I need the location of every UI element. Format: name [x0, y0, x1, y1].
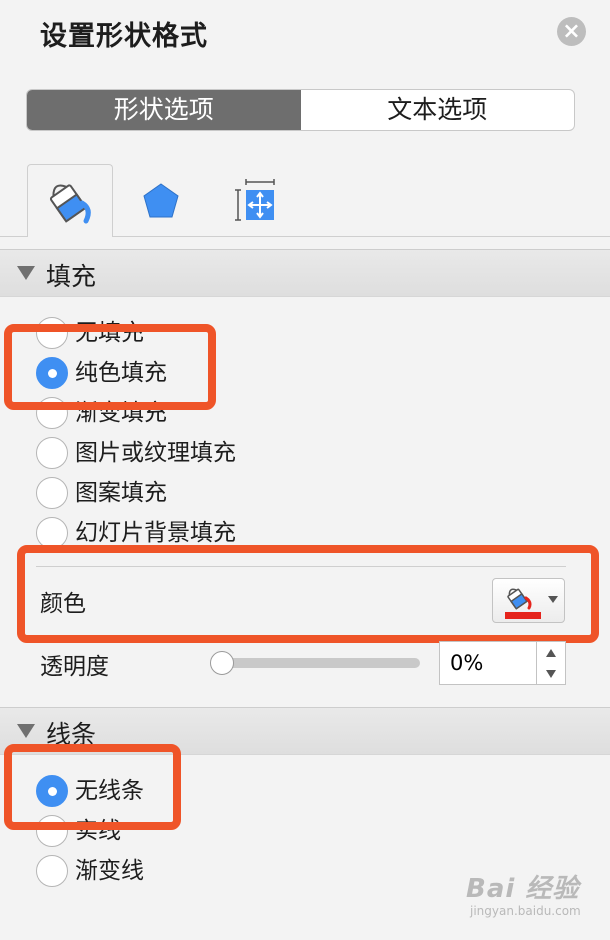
size-properties-icon	[235, 178, 275, 221]
pane-title: 设置形状格式	[40, 21, 208, 52]
tab-shape-options[interactable]: 形状选项	[27, 90, 301, 130]
disclosure-triangle-icon	[17, 266, 35, 280]
stepper-up-icon[interactable]	[546, 649, 556, 657]
watermark-logo-text: Bai 经验	[466, 874, 580, 904]
disclosure-triangle-icon	[17, 724, 35, 738]
transparency-slider[interactable]	[216, 658, 420, 668]
fill-section-title: 填充	[46, 262, 97, 291]
radio-button[interactable]	[36, 437, 68, 469]
radio-label: 渐变线	[75, 858, 144, 884]
highlight-box-color	[17, 545, 599, 643]
tab-text-options[interactable]: 文本选项	[301, 90, 575, 130]
radio-label: 图案填充	[75, 480, 167, 506]
tab-effects[interactable]	[118, 164, 204, 237]
transparency-stepper[interactable]	[537, 641, 566, 685]
close-icon[interactable]: ×	[557, 17, 586, 46]
tab-fill-line[interactable]	[27, 164, 113, 237]
options-segmented-control: 形状选项 文本选项	[26, 89, 575, 131]
radio-label: 图片或纹理填充	[75, 440, 236, 466]
radio-button[interactable]	[36, 477, 68, 509]
baidu-watermark: Bai 经验 jingyan.baidu.com	[466, 868, 586, 926]
fill-line-icon	[49, 184, 91, 224]
format-shape-pane: 设置形状格式 × 形状选项 文本选项 填充 无填充 纯色填充 渐变填充 图片或纹…	[0, 0, 610, 940]
tab-size-properties[interactable]	[214, 164, 300, 237]
stepper-down-icon[interactable]	[546, 670, 556, 678]
effects-pentagon-icon	[143, 182, 179, 217]
highlight-box-solid-fill	[4, 324, 216, 410]
transparency-label: 透明度	[40, 654, 109, 680]
transparency-slider-thumb[interactable]	[210, 651, 234, 675]
radio-button[interactable]	[36, 855, 68, 887]
highlight-box-no-line	[4, 744, 181, 830]
fill-section-header[interactable]: 填充	[0, 249, 610, 297]
watermark-url: jingyan.baidu.com	[470, 904, 581, 918]
transparency-input[interactable]	[439, 641, 537, 685]
